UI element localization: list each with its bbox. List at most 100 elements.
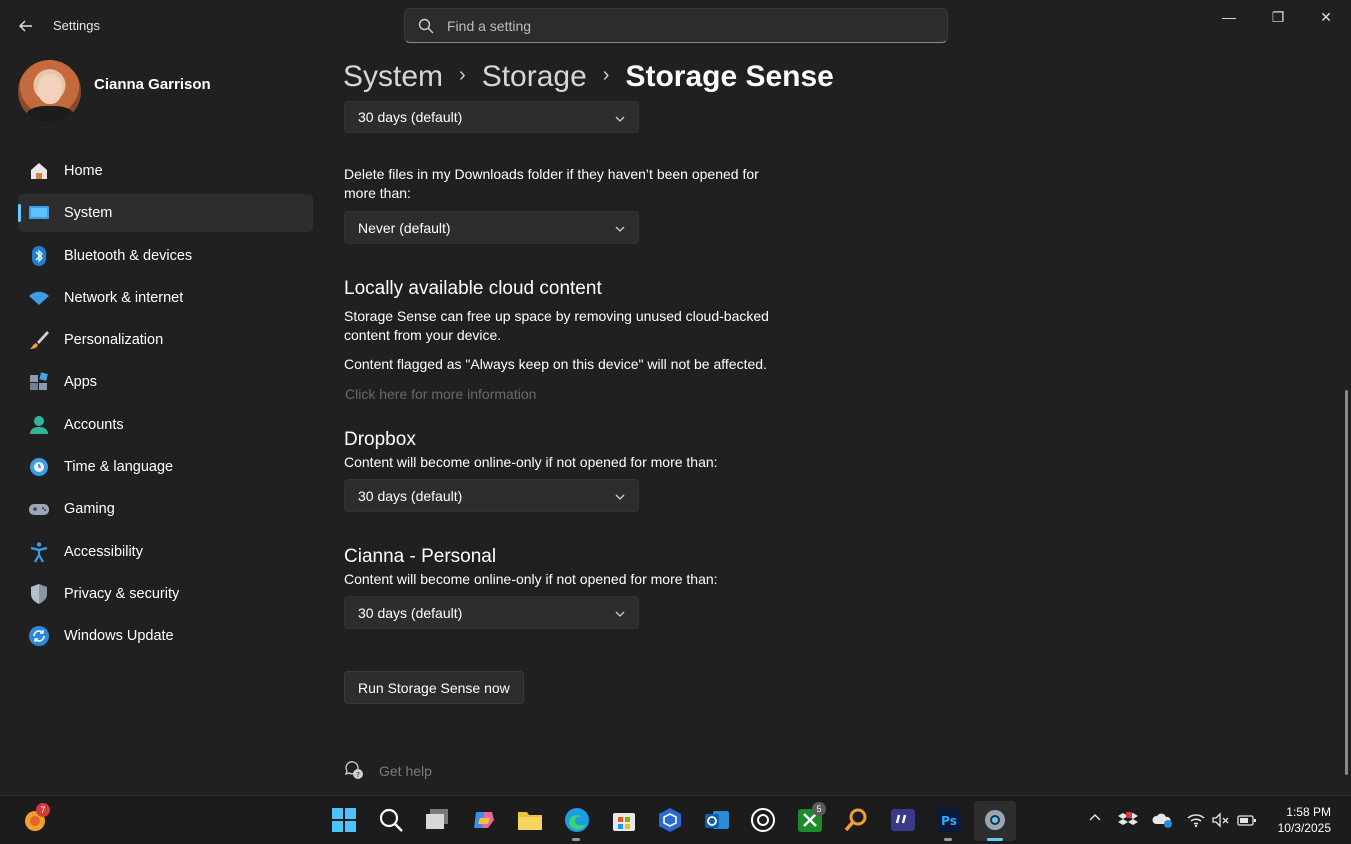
sidebar-item-time-language[interactable]: Time & language [18,448,313,486]
sidebar-item-system[interactable]: System [18,194,313,233]
search-icon[interactable] [377,806,405,834]
dropbox-dropdown[interactable]: 30 days (default) [344,479,639,512]
sidebar-item-label: Personalization [64,332,164,349]
dropbox-heading: Dropbox [344,429,416,450]
accounts-icon [28,414,50,436]
sidebar-item-label: Accessibility [64,543,143,560]
clock-date: 10/3/2025 [1277,821,1331,835]
sidebar-item-home[interactable]: Home [18,152,313,190]
volume-muted-icon[interactable] [1211,810,1231,830]
chevron-down-icon [614,112,626,124]
sidebar-item-windows-update[interactable]: Windows Update [18,617,313,655]
get-help-label: Get help [379,763,432,779]
shield-icon [28,583,50,605]
sidebar-item-label: Accounts [64,416,124,433]
sidebar-item-privacy[interactable]: Privacy & security [18,575,313,613]
personal-description: Content will become online-only if not o… [344,571,718,587]
update-icon [28,625,50,647]
dropdown-value: Never (default) [358,220,451,236]
wifi-tray-icon[interactable] [1186,810,1206,830]
sidebar-item-network[interactable]: Network & internet [18,279,313,317]
chevron-down-icon [614,607,626,619]
minimize-button[interactable]: — [1206,6,1252,28]
chevron-down-icon [614,222,626,234]
breadcrumb-storage[interactable]: Storage [482,60,587,94]
clock-time: 1:58 PM [1286,805,1331,819]
store-icon[interactable] [610,806,638,834]
home-icon [28,160,50,182]
active-indicator [987,838,1003,841]
gamepad-icon [28,498,50,520]
apps-icon [28,371,50,393]
dropdown-value: 30 days (default) [358,605,463,621]
dropdown-value: 30 days (default) [358,488,463,504]
sidebar-item-personalization[interactable]: Personalization [18,321,313,359]
personal-dropdown[interactable]: 30 days (default) [344,596,639,629]
quotes-app-icon[interactable] [889,806,917,834]
photoshop-icon[interactable]: Ps [935,806,963,834]
run-storage-sense-button[interactable]: Run Storage Sense now [344,671,524,704]
svg-text:Ps: Ps [941,814,957,828]
search-input[interactable]: Find a setting [447,18,531,34]
outlook-icon[interactable] [703,806,731,834]
magnifier-app-icon[interactable] [842,806,870,834]
sidebar-item-label: Privacy & security [64,585,180,602]
search-icon [417,17,435,35]
sidebar-item-gaming[interactable]: Gaming [18,490,313,528]
avatar-face [38,74,62,104]
dropdown-value: 30 days (default) [358,109,463,125]
start-icon[interactable] [330,806,358,834]
system-clock[interactable]: 1:58 PM 10/3/2025 [1278,804,1331,836]
sidebar-item-label: Network & internet [64,289,184,306]
task-view-icon[interactable] [423,806,451,834]
more-info-link[interactable]: Click here for more information [345,386,536,402]
sidebar-item-accessibility[interactable]: Accessibility [18,533,313,571]
avatar-shirt [26,106,74,123]
chevron-up-icon[interactable] [1085,810,1105,830]
back-arrow-icon[interactable] [14,14,38,38]
sidebar-item-label: Time & language [64,459,174,476]
dropbox-tray-icon[interactable] [1118,810,1138,830]
sidebar-item-label: Windows Update [64,628,174,645]
chatgpt-icon[interactable] [749,806,777,834]
file-explorer-icon[interactable] [516,806,544,834]
copilot-icon[interactable] [470,806,498,834]
svg-text:?: ? [356,771,360,779]
title-bar: Settings Find a setting — ❐ ✕ [0,0,1351,52]
restore-button[interactable]: ❐ [1255,6,1301,28]
taskbar: 7 5 Ps 1:58 PM 10/3/2025 [0,795,1351,844]
active-indicator [572,838,580,841]
xbox-badge: 5 [812,802,826,816]
battery-icon[interactable] [1237,810,1257,830]
sidebar-item-accounts[interactable]: Accounts [18,406,313,444]
app-cube-icon[interactable] [656,806,684,834]
bluetooth-icon [28,245,50,267]
cloud-content-note: Content flagged as "Always keep on this … [344,356,767,372]
breadcrumb-system[interactable]: System [343,60,443,94]
settings-app-icon[interactable] [974,801,1016,841]
breadcrumb-separator: › [602,64,610,86]
sidebar-item-label: Home [64,163,103,179]
breadcrumb: System › Storage › Storage Sense [343,60,834,94]
recycle-bin-dropdown[interactable]: 30 days (default) [344,101,639,133]
avatar[interactable] [18,60,81,123]
downloads-dropdown[interactable]: Never (default) [344,211,639,244]
onedrive-icon[interactable] [1152,810,1172,830]
page-title: Storage Sense [625,60,834,93]
sidebar-item-label: Gaming [64,501,115,518]
sidebar-nav: Home System Bluetooth & devices Network … [18,152,313,660]
sidebar-item-label: System [64,205,113,222]
downloads-label: Delete files in my Downloads folder if t… [344,166,759,201]
user-name: Cianna Garrison [94,76,211,93]
sidebar-item-bluetooth[interactable]: Bluetooth & devices [18,237,313,275]
edge-icon[interactable] [563,806,591,834]
sidebar-item-apps[interactable]: Apps [18,363,313,401]
system-icon [28,202,50,224]
close-button[interactable]: ✕ [1303,6,1349,28]
breadcrumb-separator: › [459,64,466,86]
wifi-icon [28,287,50,309]
help-chat-icon: ? [344,760,364,780]
search-box[interactable]: Find a setting [404,8,948,43]
scrollbar[interactable] [1345,390,1348,775]
run-button-label: Run Storage Sense now [358,680,510,696]
